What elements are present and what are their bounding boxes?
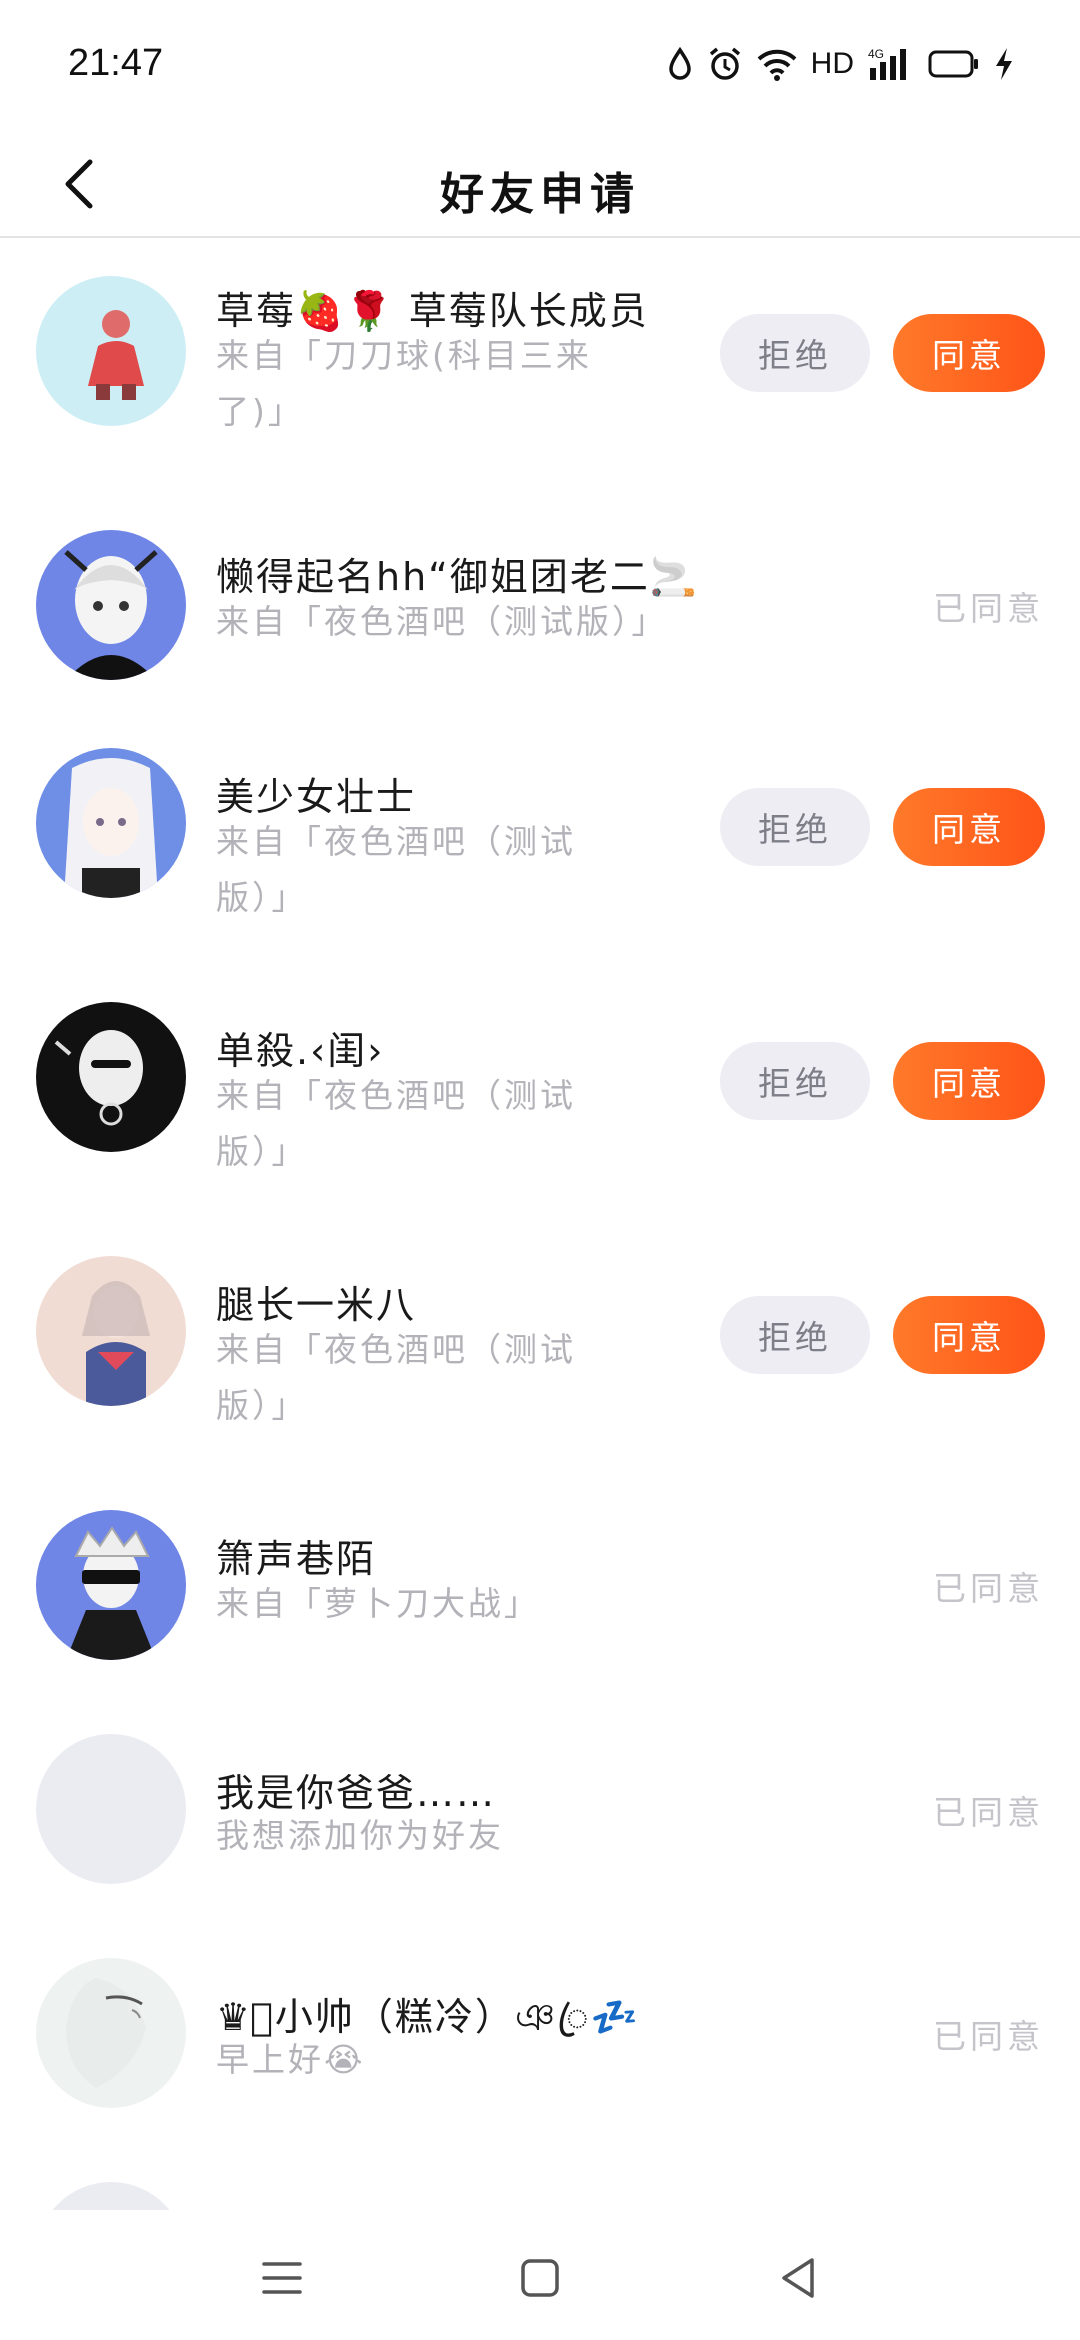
request-source-line: 来自「夜色酒吧（测试: [216, 1076, 576, 1115]
agreed-status: 已同意: [933, 589, 1044, 628]
requester-name: 草莓🍓🌹 草莓队长成员: [216, 289, 649, 333]
requester-name: 箫声巷陌: [216, 1537, 377, 1581]
list-item: 我是你爸爸…… 我想添加你为好友 已同意: [0, 1734, 1080, 1958]
request-source: 来自「夜色酒吧（测试 版）」: [216, 814, 576, 926]
list-item: 单殺.‹闺› 来自「夜色酒吧（测试 版）」 拒绝 同意: [0, 1002, 1080, 1256]
list-item: 懒得起名hh“御姐团老二🚬 来自「夜色酒吧（测试版）」 已同意: [0, 494, 1080, 748]
list-item: [0, 2182, 1080, 2210]
avatar[interactable]: [36, 1734, 186, 1884]
charging-icon: [994, 47, 1014, 81]
request-source-line: 了)」: [216, 392, 304, 431]
agreed-status: 已同意: [933, 2017, 1044, 2056]
request-source-line: 早上好😭: [216, 2040, 366, 2079]
request-source-line: 版）」: [216, 878, 308, 917]
list-item: 腿长一米八 来自「夜色酒吧（测试 版）」 拒绝 同意: [0, 1256, 1080, 1510]
list-item: 美少女壮士 来自「夜色酒吧（测试 版）」 拒绝 同意: [0, 748, 1080, 1002]
request-source: 来自「夜色酒吧（测试版）」: [216, 594, 668, 650]
avatar[interactable]: [36, 2182, 186, 2210]
list-item: 箫声巷陌 来自「萝卜刀大战」 已同意: [0, 1510, 1080, 1734]
requester-name: 腿长一米八: [216, 1283, 417, 1327]
requester-name: 美少女壮士: [216, 775, 417, 819]
menu-button[interactable]: [252, 2248, 312, 2308]
svg-text:4G: 4G: [868, 47, 884, 61]
request-source: 来自「夜色酒吧（测试 版）」: [216, 1322, 576, 1434]
avatar[interactable]: [36, 1256, 186, 1406]
request-source-line: 版）」: [216, 1132, 308, 1171]
reject-button[interactable]: 拒绝: [720, 1042, 870, 1120]
status-time: 21:47: [68, 42, 164, 84]
back-triangle-icon: [782, 2258, 814, 2298]
requester-name: 懒得起名hh“御姐团老二🚬: [216, 555, 700, 599]
request-source: 我想添加你为好友: [216, 1808, 504, 1864]
agreed-status: 已同意: [933, 1793, 1044, 1832]
request-source-line: 来自「夜色酒吧（测试: [216, 1330, 576, 1369]
request-source: 来自「萝卜刀大战」: [216, 1576, 540, 1632]
back-nav-button[interactable]: [768, 2248, 828, 2308]
home-square-icon: [521, 2259, 559, 2297]
avatar[interactable]: [36, 1002, 186, 1152]
accept-button[interactable]: 同意: [893, 314, 1045, 392]
header-bar: 好友申请: [0, 130, 1080, 238]
request-source: 来自「刀刀球(科目三来 了)」: [216, 328, 592, 440]
request-source-line: 来自「夜色酒吧（测试: [216, 822, 576, 861]
signal-icon: 4G: [868, 46, 914, 82]
reject-button[interactable]: 拒绝: [720, 314, 870, 392]
requester-name: 单殺.‹闺›: [216, 1029, 385, 1073]
avatar[interactable]: [36, 748, 186, 898]
reject-button[interactable]: 拒绝: [720, 788, 870, 866]
list-item: 草莓🍓🌹 草莓队长成员 来自「刀刀球(科目三来 了)」 拒绝 同意: [0, 240, 1080, 494]
battery-icon: [928, 49, 980, 79]
avatar[interactable]: [36, 276, 186, 426]
accept-button[interactable]: 同意: [893, 788, 1045, 866]
reject-button[interactable]: 拒绝: [720, 1296, 870, 1374]
request-source-line: 我想添加你为好友: [216, 1816, 504, 1855]
wifi-icon: [757, 47, 797, 81]
friend-request-list[interactable]: 草莓🍓🌹 草莓队长成员 来自「刀刀球(科目三来 了)」 拒绝 同意 懒得起名hh…: [0, 240, 1080, 2210]
request-source-line: 来自「刀刀球(科目三来: [216, 336, 592, 375]
system-navigation-bar: [0, 2210, 1080, 2340]
menu-icon: [262, 2262, 302, 2294]
status-bar: 21:47 HD 4G: [0, 0, 1080, 130]
hd-indicator: HD: [810, 47, 854, 80]
list-item: ♛ꦿ小帅（糕冷）ঞꦿ💤 早上好😭 已同意: [0, 1958, 1080, 2182]
status-icons: HD 4G: [667, 44, 1014, 84]
accept-button[interactable]: 同意: [893, 1296, 1045, 1374]
accept-button[interactable]: 同意: [893, 1042, 1045, 1120]
request-source-line: 来自「夜色酒吧（测试版）」: [216, 602, 668, 641]
avatar[interactable]: [36, 530, 186, 680]
avatar[interactable]: [36, 1958, 186, 2108]
avatar[interactable]: [36, 1510, 186, 1660]
request-source: 早上好😭: [216, 2032, 366, 2088]
alarm-icon: [707, 46, 743, 82]
agreed-status: 已同意: [933, 1569, 1044, 1608]
water-drop-icon: [667, 47, 693, 81]
request-source-line: 来自「萝卜刀大战」: [216, 1584, 540, 1623]
page-title: 好友申请: [440, 169, 640, 220]
request-source: 来自「夜色酒吧（测试 版）」: [216, 1068, 576, 1180]
home-button[interactable]: [510, 2248, 570, 2308]
request-source-line: 版）」: [216, 1386, 308, 1425]
